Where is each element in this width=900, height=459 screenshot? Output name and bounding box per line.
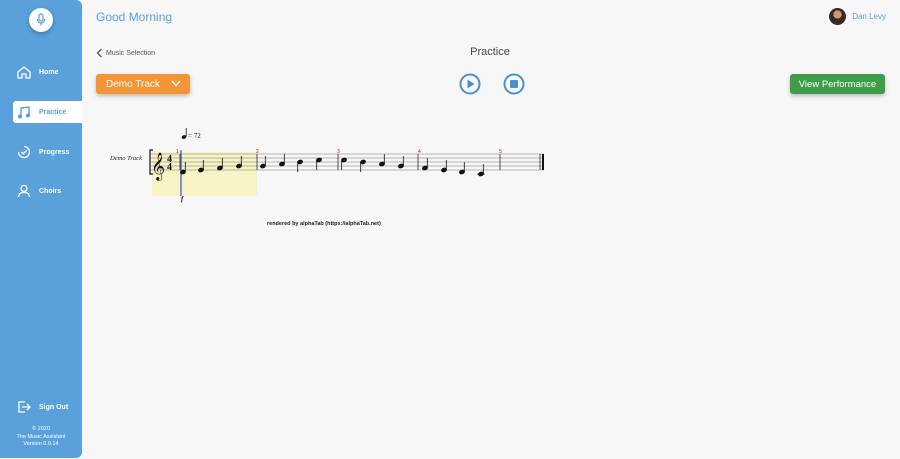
alphatab-credit: rendered by alphaTab (https://alphaTab.n… (267, 221, 381, 227)
sidebar-item-home[interactable]: Home (13, 61, 82, 83)
sidebar-item-label: Progress (39, 148, 70, 156)
user-icon (16, 183, 32, 199)
treble-clef-icon: 𝄞 (151, 152, 165, 181)
home-icon (16, 64, 32, 80)
sign-out-icon (16, 399, 32, 415)
track-select-value: Demo Track (106, 78, 160, 90)
user-name: Dan Levy (852, 12, 886, 21)
copyright-text: © 2020 (32, 426, 50, 432)
time-signature-bottom: 4 (167, 162, 172, 173)
avatar[interactable] (829, 8, 847, 25)
user-profile[interactable]: Dan Levy (829, 8, 886, 25)
bar-number: 1 (176, 149, 179, 155)
score-track-name: Demo Track (109, 155, 142, 162)
version-text: Version 0.0.14 (23, 441, 59, 447)
chevron-down-icon (171, 80, 181, 87)
tempo-text: = 72 (188, 132, 201, 140)
sidebar-item-practice[interactable]: Practice (13, 101, 82, 123)
track-select-dropdown[interactable]: Demo Track (96, 74, 190, 94)
tempo-marking: = 72 (181, 128, 201, 140)
bar-number: 4 (418, 149, 421, 155)
microphone-icon[interactable] (29, 8, 53, 32)
bar-number: 5 (499, 149, 502, 155)
music-score: Demo Track = 72 𝄞 4 4 1 2 3 4 5 f (109, 128, 544, 203)
back-to-music-selection-link[interactable]: Music Selection (96, 48, 155, 58)
progress-icon (16, 144, 32, 160)
sidebar: Home Practice Progress Choirs Sign Out ©… (0, 0, 82, 458)
sidebar-item-label: Choirs (39, 187, 62, 195)
sidebar-item-progress[interactable]: Progress (13, 141, 82, 163)
music-note-icon (16, 104, 32, 120)
bar-number: 3 (337, 149, 340, 155)
bar-number: 2 (256, 149, 259, 155)
greeting-heading: Good Morning (96, 10, 173, 24)
sign-out-button[interactable]: Sign Out (13, 396, 82, 418)
sidebar-item-label: Home (39, 68, 59, 76)
stop-icon[interactable] (503, 73, 525, 95)
view-performance-button[interactable]: View Performance (790, 74, 885, 94)
back-link-label: Music Selection (106, 49, 156, 57)
chevron-left-icon (96, 48, 102, 58)
sidebar-item-choirs[interactable]: Choirs (13, 180, 82, 202)
sidebar-item-label: Practice (39, 108, 67, 116)
page-title: Practice (470, 46, 510, 58)
app-name-text: The Music Assistant (16, 433, 66, 440)
sign-out-label: Sign Out (39, 403, 69, 411)
app-footer: © 2020 The Music Assistant Version 0.0.1… (0, 426, 82, 449)
dynamic-marking: f (181, 195, 184, 203)
play-icon[interactable] (459, 73, 481, 95)
